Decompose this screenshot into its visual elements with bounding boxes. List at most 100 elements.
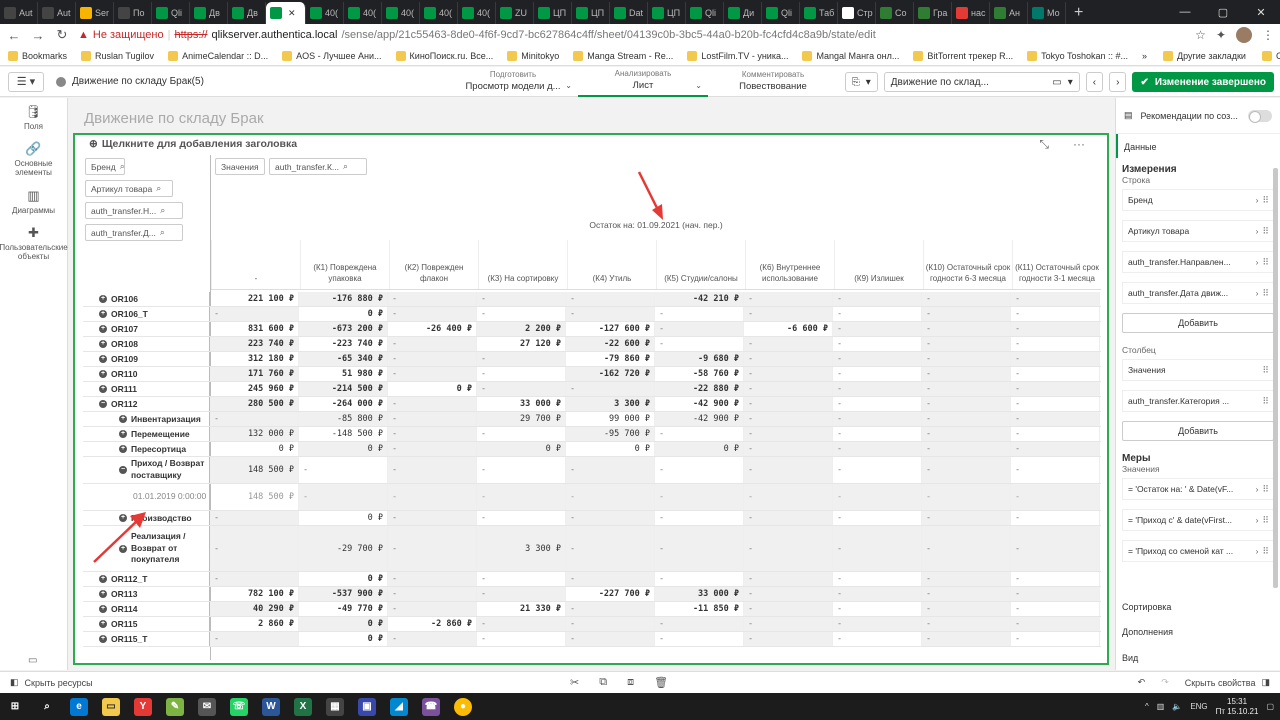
- table-cell[interactable]: -: [744, 397, 833, 411]
- forward-icon[interactable]: →: [30, 28, 46, 43]
- table-cell[interactable]: -42 210 ₽: [655, 292, 744, 306]
- table-cell[interactable]: -: [477, 307, 566, 321]
- expand-icon[interactable]: +: [99, 620, 107, 628]
- table-cell[interactable]: 221 100 ₽: [210, 292, 299, 306]
- browser-menu-icon[interactable]: ⋮: [1262, 28, 1274, 42]
- table-cell[interactable]: -: [299, 457, 388, 483]
- table-cell[interactable]: -: [744, 292, 833, 306]
- table-cell[interactable]: -: [566, 526, 655, 571]
- table-cell[interactable]: 245 960 ₽: [210, 382, 299, 396]
- table-cell[interactable]: -: [744, 457, 833, 483]
- table-cell[interactable]: -: [566, 511, 655, 525]
- expand-icon[interactable]: +: [119, 514, 127, 522]
- table-cell[interactable]: -: [1011, 412, 1100, 426]
- expand-icon[interactable]: +: [99, 635, 107, 643]
- browser-tab[interactable]: Гра: [914, 2, 952, 24]
- expand-icon[interactable]: +: [99, 325, 107, 333]
- table-cell[interactable]: -: [655, 511, 744, 525]
- assets-tab[interactable]: 🛢 Поля: [0, 104, 67, 131]
- table-cell[interactable]: -223 740 ₽: [299, 337, 388, 351]
- undo-icon[interactable]: ↶: [1138, 677, 1146, 688]
- table-cell[interactable]: -: [388, 352, 477, 366]
- browser-tab[interactable]: ЦП: [534, 2, 572, 24]
- table-cell[interactable]: -6 600 ₽: [744, 322, 833, 336]
- table-cell[interactable]: -: [477, 457, 566, 483]
- mode-tab[interactable]: Комментировать Повествование: [708, 67, 838, 97]
- table-cell[interactable]: -: [833, 382, 922, 396]
- row-dimension-field[interactable]: auth_transfer.Направлен... › ⠿: [1122, 251, 1274, 273]
- table-cell[interactable]: -: [388, 526, 477, 571]
- table-cell[interactable]: 0 ₽: [566, 442, 655, 456]
- table-cell[interactable]: -: [388, 511, 477, 525]
- app-menu-button[interactable]: ☰ ▾: [8, 71, 44, 92]
- table-cell[interactable]: -: [744, 632, 833, 646]
- notifications-icon[interactable]: ▢: [1266, 702, 1274, 711]
- browser-tab[interactable]: Ser: [76, 2, 114, 24]
- expand-icon[interactable]: +: [119, 430, 127, 438]
- table-cell[interactable]: -: [922, 617, 1011, 631]
- data-section[interactable]: Данные: [1116, 134, 1280, 158]
- table-cell[interactable]: -29 700 ₽: [299, 526, 388, 571]
- next-sheet-button[interactable]: ›: [1109, 72, 1127, 92]
- table-cell[interactable]: 0 ₽: [477, 442, 566, 456]
- table-cell[interactable]: -: [655, 457, 744, 483]
- row-dimension-chip[interactable]: Бренд ⌕: [85, 158, 125, 175]
- table-cell[interactable]: -: [477, 511, 566, 525]
- table-cell[interactable]: -: [1011, 322, 1100, 336]
- table-cell[interactable]: -: [744, 337, 833, 351]
- expand-icon[interactable]: +: [99, 590, 107, 598]
- table-cell[interactable]: -: [388, 572, 477, 586]
- table-cell[interactable]: -: [655, 632, 744, 646]
- table-cell[interactable]: -: [477, 352, 566, 366]
- table-cell[interactable]: -: [1011, 587, 1100, 601]
- explorer-icon[interactable]: ▭: [102, 697, 120, 716]
- bookmark-item[interactable]: LostFilm.TV - уника...: [687, 50, 788, 61]
- table-cell[interactable]: -176 880 ₽: [299, 292, 388, 306]
- table-cell[interactable]: -65 340 ₽: [299, 352, 388, 366]
- table-cell[interactable]: 132 000 ₽: [210, 427, 299, 441]
- sheet-selector[interactable]: Движение по склад... ▭ ▾: [883, 72, 1080, 92]
- table-cell[interactable]: -: [477, 484, 566, 510]
- expand-icon[interactable]: +: [99, 605, 107, 613]
- column-header[interactable]: (К5) Студии/салоны: [656, 240, 745, 289]
- table-cell[interactable]: -: [922, 292, 1011, 306]
- table-cell[interactable]: -: [388, 632, 477, 646]
- row-dimension-field[interactable]: Артикул товара › ⠿: [1122, 220, 1274, 242]
- table-cell[interactable]: -: [1011, 352, 1100, 366]
- tray-arrow-icon[interactable]: ^: [1145, 702, 1149, 711]
- bookmark-item[interactable]: Minitokyo: [507, 50, 559, 61]
- browser-tab[interactable]: ЦП: [648, 2, 686, 24]
- app-icon[interactable]: ▦: [326, 697, 344, 716]
- row-header-cell[interactable]: + Реализация / Возврат от покупателя: [83, 526, 210, 571]
- table-cell[interactable]: -: [1011, 511, 1100, 525]
- chevron-right-icon[interactable]: ›: [1256, 484, 1259, 494]
- table-cell[interactable]: -79 860 ₽: [566, 352, 655, 366]
- table-cell[interactable]: 831 600 ₽: [210, 322, 299, 336]
- sheet-title[interactable]: Движение по складу Брак: [84, 110, 264, 127]
- row-header-cell[interactable]: + OR106_T: [83, 307, 210, 321]
- table-cell[interactable]: -: [388, 427, 477, 441]
- row-header-cell[interactable]: + OR110: [83, 367, 210, 381]
- expand-icon[interactable]: +: [99, 355, 107, 363]
- table-cell[interactable]: -: [744, 382, 833, 396]
- browser-tab[interactable]: ZU: [496, 2, 534, 24]
- measure-field[interactable]: = 'Остаток на: ' & Date(vF... › ⠿: [1122, 478, 1274, 500]
- table-cell[interactable]: 99 000 ₽: [566, 412, 655, 426]
- paste-icon[interactable]: ⧈: [627, 676, 634, 689]
- url-input[interactable]: ▲ Не защищено | https://qlikserver.authe…: [78, 26, 1187, 44]
- table-cell[interactable]: -: [388, 602, 477, 616]
- row-header-cell[interactable]: + OR112_T: [83, 572, 210, 586]
- table-cell[interactable]: 171 760 ₽: [210, 367, 299, 381]
- browser-tab[interactable]: Qli: [686, 2, 724, 24]
- table-cell[interactable]: 0 ₽: [299, 442, 388, 456]
- table-cell[interactable]: -: [1011, 526, 1100, 571]
- row-dimension-chip[interactable]: Артикул товара ⌕: [85, 180, 173, 197]
- maximize-icon[interactable]: ▢: [1204, 0, 1242, 24]
- hide-properties-button[interactable]: Скрыть свойства ◨: [1185, 677, 1270, 688]
- browser-tab[interactable]: Таб: [800, 2, 838, 24]
- assets-tab[interactable]: ▥ Диаграммы: [0, 188, 67, 215]
- table-cell[interactable]: -: [388, 412, 477, 426]
- expand-icon[interactable]: +: [119, 544, 127, 553]
- expand-icon[interactable]: +: [99, 310, 107, 318]
- table-cell[interactable]: -: [922, 572, 1011, 586]
